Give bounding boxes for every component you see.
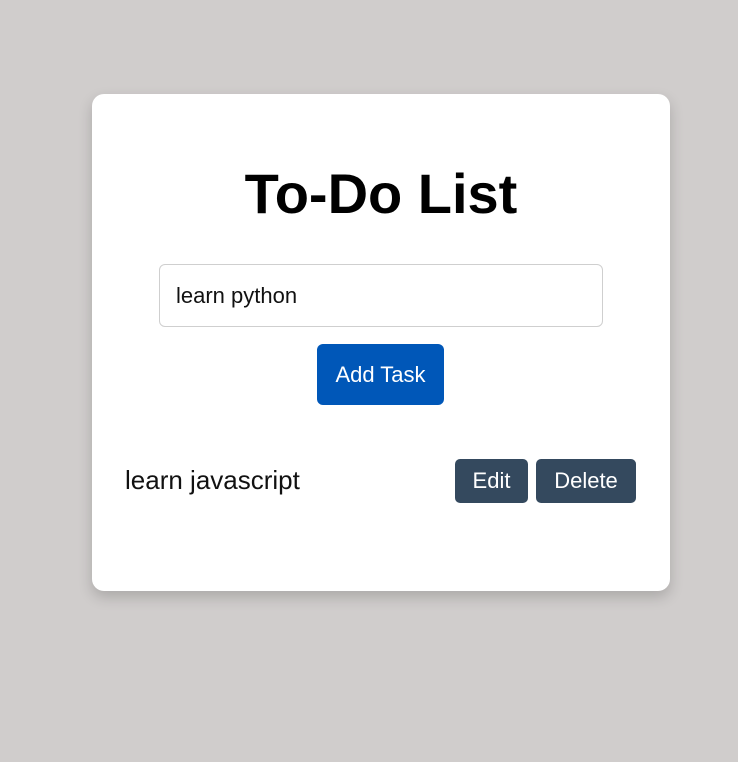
page-title: To-Do List	[244, 162, 518, 225]
todo-card: To-Do List Add Task learn javascript Edi…	[92, 94, 670, 591]
add-task-button[interactable]: Add Task	[317, 344, 444, 405]
edit-task-button[interactable]: Edit	[455, 459, 528, 503]
task-text: learn javascript	[125, 465, 300, 495]
task-input[interactable]	[159, 264, 603, 327]
task-list-item: learn javascript Edit Delete	[125, 459, 636, 503]
delete-task-button[interactable]: Delete	[536, 459, 636, 503]
